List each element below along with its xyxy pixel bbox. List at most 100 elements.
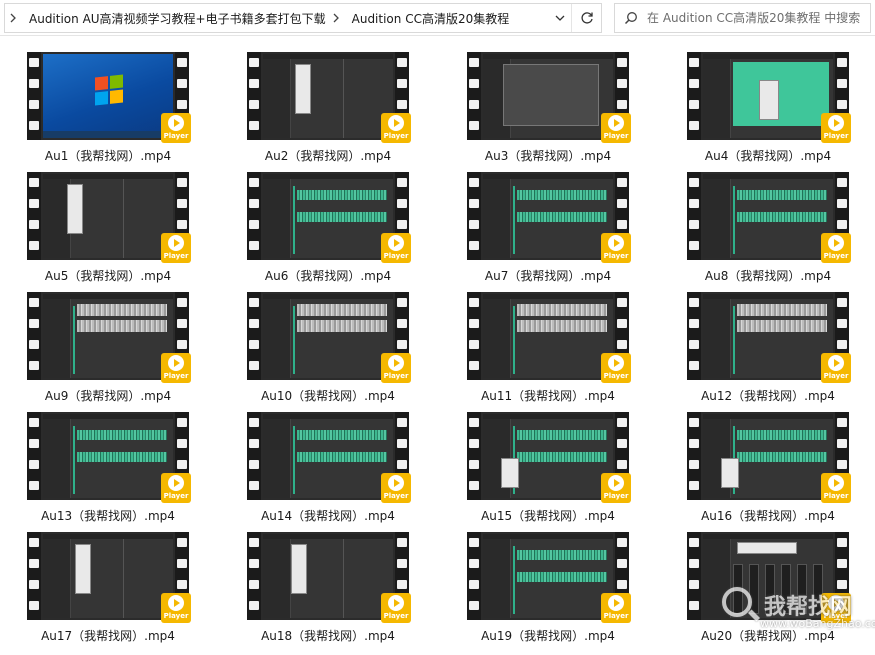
file-name[interactable]: Au17（我帮找网）.mp4 xyxy=(0,627,216,644)
file-name[interactable]: Au10（我帮找网）.mp4 xyxy=(220,387,436,404)
player-badge-label: Player xyxy=(383,612,409,620)
file-name[interactable]: Au8（我帮找网）.mp4 xyxy=(660,267,875,284)
video-thumbnail[interactable]: Player xyxy=(247,172,411,263)
video-thumbnail[interactable]: Player xyxy=(467,292,631,383)
file-name[interactable]: Au5（我帮找网）.mp4 xyxy=(0,267,216,284)
film-hole xyxy=(29,220,39,229)
player-badge: Player xyxy=(161,113,191,143)
file-item[interactable]: Player Au8（我帮找网）.mp4 xyxy=(660,168,851,283)
film-hole xyxy=(29,100,39,109)
video-thumbnail[interactable]: Player xyxy=(27,172,191,263)
refresh-icon[interactable] xyxy=(571,4,601,32)
video-thumbnail[interactable]: Player xyxy=(247,292,411,383)
video-thumbnail[interactable]: Player xyxy=(467,412,631,503)
file-name[interactable]: Au7（我帮找网）.mp4 xyxy=(440,267,656,284)
file-name[interactable]: Au3（我帮找网）.mp4 xyxy=(440,147,656,164)
breadcrumb-item-parent[interactable]: Audition AU高清视频学习教程+电子书籍多套打包下载 xyxy=(21,4,328,32)
file-item[interactable]: Player Au7（我帮找网）.mp4 xyxy=(440,168,631,283)
file-item[interactable]: Player Au5（我帮找网）.mp4 xyxy=(0,168,191,283)
search-input[interactable] xyxy=(647,11,867,25)
film-strip-left xyxy=(687,172,701,260)
video-thumbnail[interactable]: Player xyxy=(247,412,411,503)
video-thumbnail[interactable]: Player xyxy=(247,52,411,143)
file-name[interactable]: Au13（我帮找网）.mp4 xyxy=(0,507,216,524)
file-item[interactable]: Player Au3（我帮找网）.mp4 xyxy=(440,48,631,163)
player-badge-label: Player xyxy=(823,612,849,620)
video-thumbnail[interactable]: Player xyxy=(27,52,191,143)
film-hole xyxy=(29,481,39,490)
film-hole xyxy=(249,481,259,490)
video-thumbnail[interactable]: Player xyxy=(687,172,851,263)
video-thumbnail[interactable]: Player xyxy=(27,412,191,503)
file-name[interactable]: Au12（我帮找网）.mp4 xyxy=(660,387,875,404)
film-hole xyxy=(249,298,259,307)
film-hole xyxy=(397,439,407,448)
breadcrumb-item-current[interactable]: Audition CC高清版20集教程 xyxy=(344,4,512,32)
file-name[interactable]: Au14（我帮找网）.mp4 xyxy=(220,507,436,524)
film-hole xyxy=(177,100,187,109)
film-hole xyxy=(177,460,187,469)
video-thumbnail[interactable]: Player xyxy=(467,52,631,143)
film-hole xyxy=(689,298,699,307)
player-badge-label: Player xyxy=(603,612,629,620)
film-hole xyxy=(397,178,407,187)
file-name[interactable]: Au15（我帮找网）.mp4 xyxy=(440,507,656,524)
file-name[interactable]: Au16（我帮找网）.mp4 xyxy=(660,507,875,524)
video-thumbnail[interactable]: Player xyxy=(687,292,851,383)
file-name[interactable]: Au4（我帮找网）.mp4 xyxy=(660,147,875,164)
video-frame-preview xyxy=(703,294,833,378)
files-panel xyxy=(703,539,731,618)
video-thumbnail[interactable]: Player xyxy=(27,292,191,383)
chevron-right-icon[interactable] xyxy=(328,4,344,32)
file-name[interactable]: Au19（我帮找网）.mp4 xyxy=(440,627,656,644)
waveform-track xyxy=(737,452,827,462)
video-thumbnail[interactable]: Player xyxy=(247,532,411,623)
file-name[interactable]: Au9（我帮找网）.mp4 xyxy=(0,387,216,404)
film-strip-left xyxy=(247,172,261,260)
file-item[interactable]: Player Au11（我帮找网）.mp4 xyxy=(440,288,631,403)
video-frame-preview xyxy=(483,54,613,138)
video-thumbnail[interactable]: Player xyxy=(467,172,631,263)
file-item[interactable]: Player Au20（我帮找网）.mp4 xyxy=(660,528,851,643)
file-item[interactable]: Player Au19（我帮找网）.mp4 xyxy=(440,528,631,643)
player-badge-label: Player xyxy=(603,252,629,260)
file-name[interactable]: Au6（我帮找网）.mp4 xyxy=(220,267,436,284)
file-item[interactable]: Player Au15（我帮找网）.mp4 xyxy=(440,408,631,523)
player-badge-label: Player xyxy=(603,492,629,500)
chevron-right-icon[interactable] xyxy=(5,4,21,32)
file-item[interactable]: Player Au10（我帮找网）.mp4 xyxy=(220,288,411,403)
file-name[interactable]: Au1（我帮找网）.mp4 xyxy=(0,147,216,164)
playhead-line xyxy=(513,186,515,254)
address-bar[interactable]: Audition AU高清视频学习教程+电子书籍多套打包下载 Audition … xyxy=(4,3,602,33)
player-badge: Player xyxy=(161,473,191,503)
file-item[interactable]: Player Au9（我帮找网）.mp4 xyxy=(0,288,191,403)
files-panel xyxy=(263,59,291,138)
chevron-down-icon[interactable] xyxy=(549,4,571,32)
video-thumbnail[interactable]: Player xyxy=(687,412,851,503)
video-thumbnail[interactable]: Player xyxy=(467,532,631,623)
file-item[interactable]: Player Au16（我帮找网）.mp4 xyxy=(660,408,851,523)
file-item[interactable]: Player Au1（我帮找网）.mp4 xyxy=(0,48,191,163)
file-name[interactable]: Au20（我帮找网）.mp4 xyxy=(660,627,875,644)
film-hole xyxy=(177,340,187,349)
player-badge: Player xyxy=(381,593,411,623)
file-item[interactable]: Player Au4（我帮找网）.mp4 xyxy=(660,48,851,163)
video-thumbnail[interactable]: Player xyxy=(687,532,851,623)
video-thumbnail[interactable]: Player xyxy=(687,52,851,143)
film-hole xyxy=(837,340,847,349)
file-name[interactable]: Au2（我帮找网）.mp4 xyxy=(220,147,436,164)
film-strip-left xyxy=(247,52,261,140)
file-item[interactable]: Player Au17（我帮找网）.mp4 xyxy=(0,528,191,643)
file-name[interactable]: Au11（我帮找网）.mp4 xyxy=(440,387,656,404)
file-item[interactable]: Player Au2（我帮找网）.mp4 xyxy=(220,48,411,163)
file-item[interactable]: Player Au14（我帮找网）.mp4 xyxy=(220,408,411,523)
video-thumbnail[interactable]: Player xyxy=(27,532,191,623)
file-item[interactable]: Player Au13（我帮找网）.mp4 xyxy=(0,408,191,523)
film-hole xyxy=(617,580,627,589)
file-item[interactable]: Player Au12（我帮找网）.mp4 xyxy=(660,288,851,403)
file-item[interactable]: Player Au6（我帮找网）.mp4 xyxy=(220,168,411,283)
file-item[interactable]: Player Au18（我帮找网）.mp4 xyxy=(220,528,411,643)
film-hole xyxy=(837,220,847,229)
search-box[interactable] xyxy=(614,3,871,33)
file-name[interactable]: Au18（我帮找网）.mp4 xyxy=(220,627,436,644)
